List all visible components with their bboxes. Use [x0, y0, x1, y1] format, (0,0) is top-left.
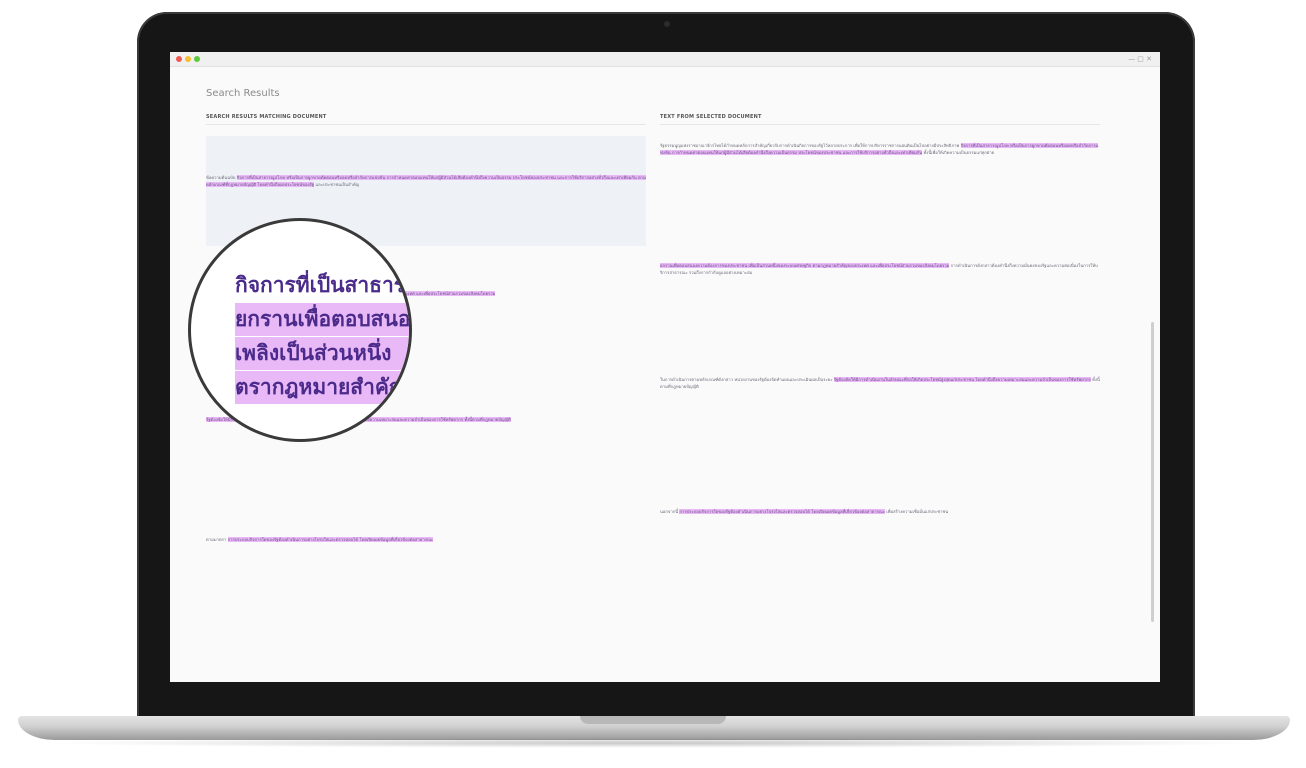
highlighted-match[interactable]: ยกรานเพื่อตอบสนองความต้องการของประชาชน เ… — [660, 263, 950, 268]
magnifier-lens: กิจการที่เป็นสาธารณ ยกรานเพื่อตอบสนอง เพ… — [188, 218, 412, 442]
scrollbar[interactable] — [1151, 322, 1154, 622]
magnified-text-line: กิจการที่เป็นสาธารณ — [235, 273, 412, 297]
left-paragraph[interactable]: ข้อความต้นฉบับ กิจการที่เป็นสาธารณูปโภค … — [206, 174, 646, 210]
laptop-shadow — [40, 738, 1266, 748]
maximize-window-button[interactable] — [194, 56, 200, 62]
right-panel-header: TEXT FROM SELECTED DOCUMENT — [660, 114, 1100, 125]
title-bar: — ▢ ✕ — [170, 52, 1160, 67]
highlighted-match[interactable]: การประกอบกิจการใดของรัฐต้องดำเนินการอย่า… — [679, 509, 885, 514]
laptop-notch — [580, 716, 726, 724]
left-panel-header: SEARCH RESULTS MATCHING DOCUMENT — [206, 114, 646, 125]
magnified-highlighted-line: เพลิงเป็นส่วนหนึ่ง — [235, 337, 409, 370]
right-paragraph[interactable]: รัฐธรรมนูญแห่งราชอาณาจักรไทยได้กำหนดหลัก… — [660, 142, 1100, 242]
highlighted-match[interactable]: กิจการที่เป็นสาธารณูปโภค หรือเป็นการผูกข… — [206, 175, 646, 187]
minimize-window-button[interactable] — [185, 56, 191, 62]
paragraph-text: ทั้งนี้เพื่อให้เกิดความเป็นธรรมแก่ทุกฝ่า… — [922, 150, 995, 155]
paragraph-text: ในการดำเนินการตามหลักเกณฑ์ดังกล่าว หน่วย… — [660, 377, 834, 382]
paragraph-text: รัฐธรรมนูญแห่งราชอาณาจักรไทยได้กำหนดหลัก… — [660, 143, 961, 148]
highlighted-match[interactable]: การประกอบกิจการใดของรัฐต้องดำเนินการอย่า… — [227, 537, 434, 542]
magnified-highlighted-line: ตรากฎหมายสำคัญ — [235, 371, 409, 404]
right-paragraph[interactable]: ยกรานเพื่อตอบสนองความต้องการของประชาชน เ… — [660, 262, 1100, 362]
camera-icon — [664, 21, 670, 27]
page-title: Search Results — [206, 88, 280, 99]
right-paragraph[interactable]: นอกจากนี้ การประกอบกิจการใดของรัฐต้องดำเ… — [660, 508, 1100, 604]
magnified-highlighted-line: ยกรานเพื่อตอบสนอง — [235, 303, 409, 336]
close-window-button[interactable] — [176, 56, 182, 62]
window-controls[interactable]: — ▢ ✕ — [1128, 55, 1152, 63]
paragraph-text: ข้อความต้นฉบับ — [206, 175, 237, 180]
left-paragraph[interactable]: ตามมาตรา การประกอบกิจการใดของรัฐต้องดำเน… — [206, 536, 646, 572]
highlighted-match[interactable]: รัฐต้องจัดให้มีการดำเนินงานในลักษณะที่ก่… — [833, 377, 1091, 382]
right-document-panel: TEXT FROM SELECTED DOCUMENT รัฐธรรมนูญแห… — [660, 114, 1100, 674]
paragraph-text: นอกจากนี้ — [660, 509, 680, 514]
paragraph-text: เพื่อสร้างความเชื่อมั่นแก่ประชาชน — [884, 509, 949, 514]
right-paragraph[interactable]: ในการดำเนินการตามหลักเกณฑ์ดังกล่าว หน่วย… — [660, 376, 1100, 494]
paragraph-text: ตามมาตรา — [206, 537, 228, 542]
paragraph-text: และประชาชนเป็นสำคัญ — [314, 182, 360, 187]
